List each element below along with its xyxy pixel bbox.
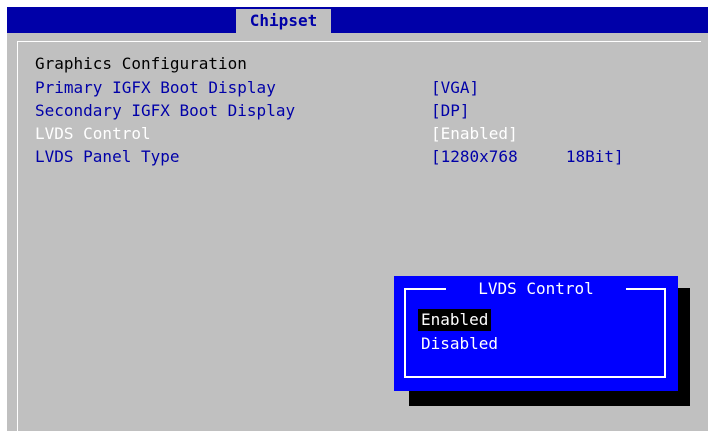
tab-chipset[interactable]: Chipset — [236, 9, 331, 33]
setting-lvds-panel-type-value[interactable]: [1280x768 18Bit] — [431, 146, 624, 168]
popup-topline-right — [626, 288, 664, 290]
section-title: Graphics Configuration — [35, 54, 247, 73]
option-disabled[interactable]: Disabled — [418, 333, 501, 355]
popup-title: LVDS Control — [478, 279, 594, 298]
setting-secondary-igfx-label[interactable]: Secondary IGFX Boot Display — [35, 100, 295, 122]
setting-secondary-igfx-value[interactable]: [DP] — [431, 100, 470, 122]
popup-topline-left — [404, 288, 446, 290]
setting-primary-igfx-value[interactable]: [VGA] — [431, 77, 479, 99]
setting-lvds-control-label[interactable]: LVDS Control — [35, 123, 151, 145]
option-enabled[interactable]: Enabled — [418, 309, 492, 331]
top-menu-bar: Chipset — [7, 7, 708, 33]
setting-lvds-panel-type-label[interactable]: LVDS Panel Type — [35, 146, 180, 168]
setting-primary-igfx-label[interactable]: Primary IGFX Boot Display — [35, 77, 276, 99]
lvds-control-popup: LVDS Control Enabled Disabled — [394, 276, 678, 391]
setting-lvds-control-value[interactable]: [Enabled] — [431, 123, 518, 145]
